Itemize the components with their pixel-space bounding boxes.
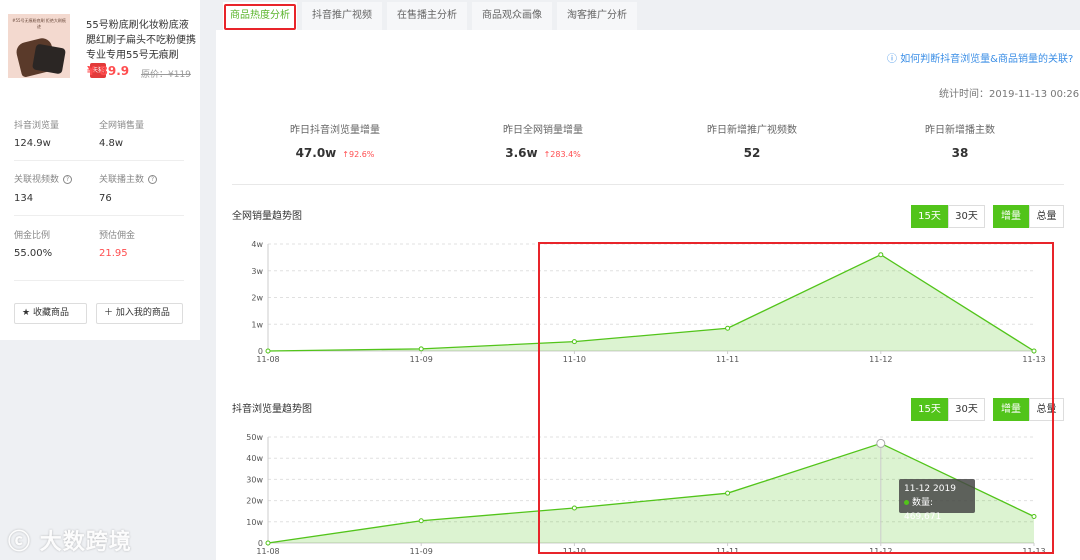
watermark-logo-icon: ⓒ bbox=[8, 530, 32, 555]
y-tick-label: 20w bbox=[246, 497, 263, 506]
y-tick-label: 3w bbox=[251, 267, 263, 276]
data-point bbox=[265, 540, 271, 546]
watermark-text: 大数跨境 bbox=[39, 530, 132, 555]
y-tick-label: 40w bbox=[246, 454, 263, 463]
y-tick-label: 30w bbox=[246, 475, 263, 484]
tooltip-label: 数量: 469,671 bbox=[904, 498, 942, 522]
y-tick-label: 4w bbox=[251, 240, 263, 249]
x-tick-label: 11-08 bbox=[256, 355, 279, 364]
data-point bbox=[418, 346, 424, 352]
series-dot-icon bbox=[904, 500, 909, 505]
x-tick-label: 11-09 bbox=[410, 547, 433, 556]
y-tick-label: 50w bbox=[246, 433, 263, 442]
tooltip-value: 数量: 469,671 bbox=[904, 496, 970, 524]
watermark: ⓒ 大数跨境 bbox=[8, 524, 132, 556]
data-point bbox=[418, 518, 424, 524]
x-tick-label: 11-08 bbox=[256, 547, 279, 556]
highlight-box-charts bbox=[538, 242, 1054, 554]
x-tick-label: 11-09 bbox=[410, 355, 433, 364]
data-point bbox=[265, 348, 271, 354]
tooltip-title: 11-12 2019 bbox=[904, 484, 956, 494]
y-tick-label: 2w bbox=[251, 294, 263, 303]
chart-tooltip: 11-12 2019 数量: 469,671 bbox=[899, 479, 975, 522]
y-tick-label: 1w bbox=[251, 320, 263, 329]
y-tick-label: 10w bbox=[246, 518, 263, 527]
